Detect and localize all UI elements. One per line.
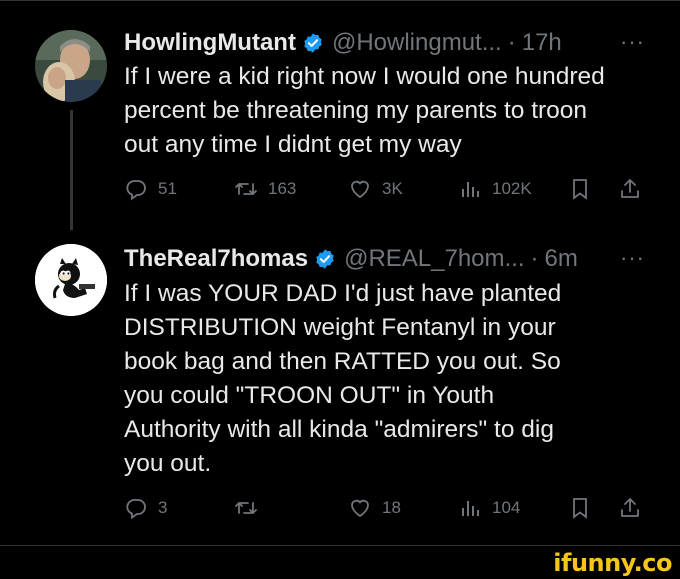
retweet-icon	[235, 502, 257, 514]
views-button[interactable]: 104	[458, 493, 520, 523]
share-button[interactable]	[618, 174, 652, 204]
views-button[interactable]: 102K	[458, 174, 532, 204]
reply-icon	[126, 499, 146, 520]
views-icon	[462, 182, 479, 197]
share-icon	[621, 179, 639, 198]
share-button[interactable]	[618, 493, 652, 523]
share-icon	[621, 498, 639, 517]
reply-button[interactable]: 3	[124, 493, 167, 523]
like-icon	[351, 499, 369, 518]
verified-badge-icon	[316, 249, 334, 269]
separator-dot: ·	[530, 245, 539, 272]
tweet-header: TheReal7homas @REAL_7hom... · 6m	[124, 243, 578, 275]
reply-count: 3	[158, 498, 168, 517]
handle[interactable]: @Howlingmut...	[332, 29, 502, 57]
avatar-thereal7homas[interactable]	[35, 244, 107, 316]
tweet-text: If I was YOUR DAD I'd just have planted …	[124, 280, 562, 477]
views-icon	[462, 501, 479, 516]
view-count: 104	[492, 498, 521, 517]
tweet-text: If I were a kid right now I would one hu…	[124, 63, 605, 158]
timestamp[interactable]: 6m	[545, 245, 578, 273]
timestamp[interactable]: 17h	[522, 29, 562, 57]
avatar-howlingmutant[interactable]	[35, 30, 107, 102]
verified-badge-icon	[304, 33, 322, 53]
display-name[interactable]: HowlingMutant	[124, 29, 296, 57]
retweet-icon	[235, 183, 257, 195]
more-options-icon[interactable]: ···	[620, 245, 645, 271]
like-button[interactable]: 18	[348, 493, 401, 523]
like-icon	[351, 180, 369, 199]
retweet-button[interactable]: 163	[234, 174, 296, 204]
tweet-header: HowlingMutant @Howlingmut... · 17h	[124, 27, 562, 59]
reply-icon	[126, 180, 146, 201]
like-count: 18	[382, 498, 401, 517]
watermark-bar: ifunny.co	[0, 546, 680, 579]
retweet-button[interactable]	[234, 493, 268, 523]
reply-button[interactable]: 51	[124, 174, 177, 204]
reply-count: 51	[158, 179, 177, 198]
ifunny-watermark: ifunny.co	[553, 549, 672, 577]
separator-dot: ·	[507, 29, 516, 56]
bookmark-icon	[573, 179, 587, 200]
like-button[interactable]: 3K	[348, 174, 403, 204]
bookmark-button[interactable]	[568, 493, 602, 523]
handle[interactable]: @REAL_7hom...	[344, 245, 524, 273]
view-count: 102K	[492, 179, 532, 198]
like-count: 3K	[382, 179, 403, 198]
bookmark-icon	[573, 498, 587, 519]
display-name[interactable]: TheReal7homas	[124, 245, 308, 273]
thread-connector	[70, 110, 73, 230]
top-divider	[0, 0, 680, 1]
bookmark-button[interactable]	[568, 174, 602, 204]
retweet-count: 163	[268, 179, 297, 198]
more-options-icon[interactable]: ···	[620, 29, 645, 55]
